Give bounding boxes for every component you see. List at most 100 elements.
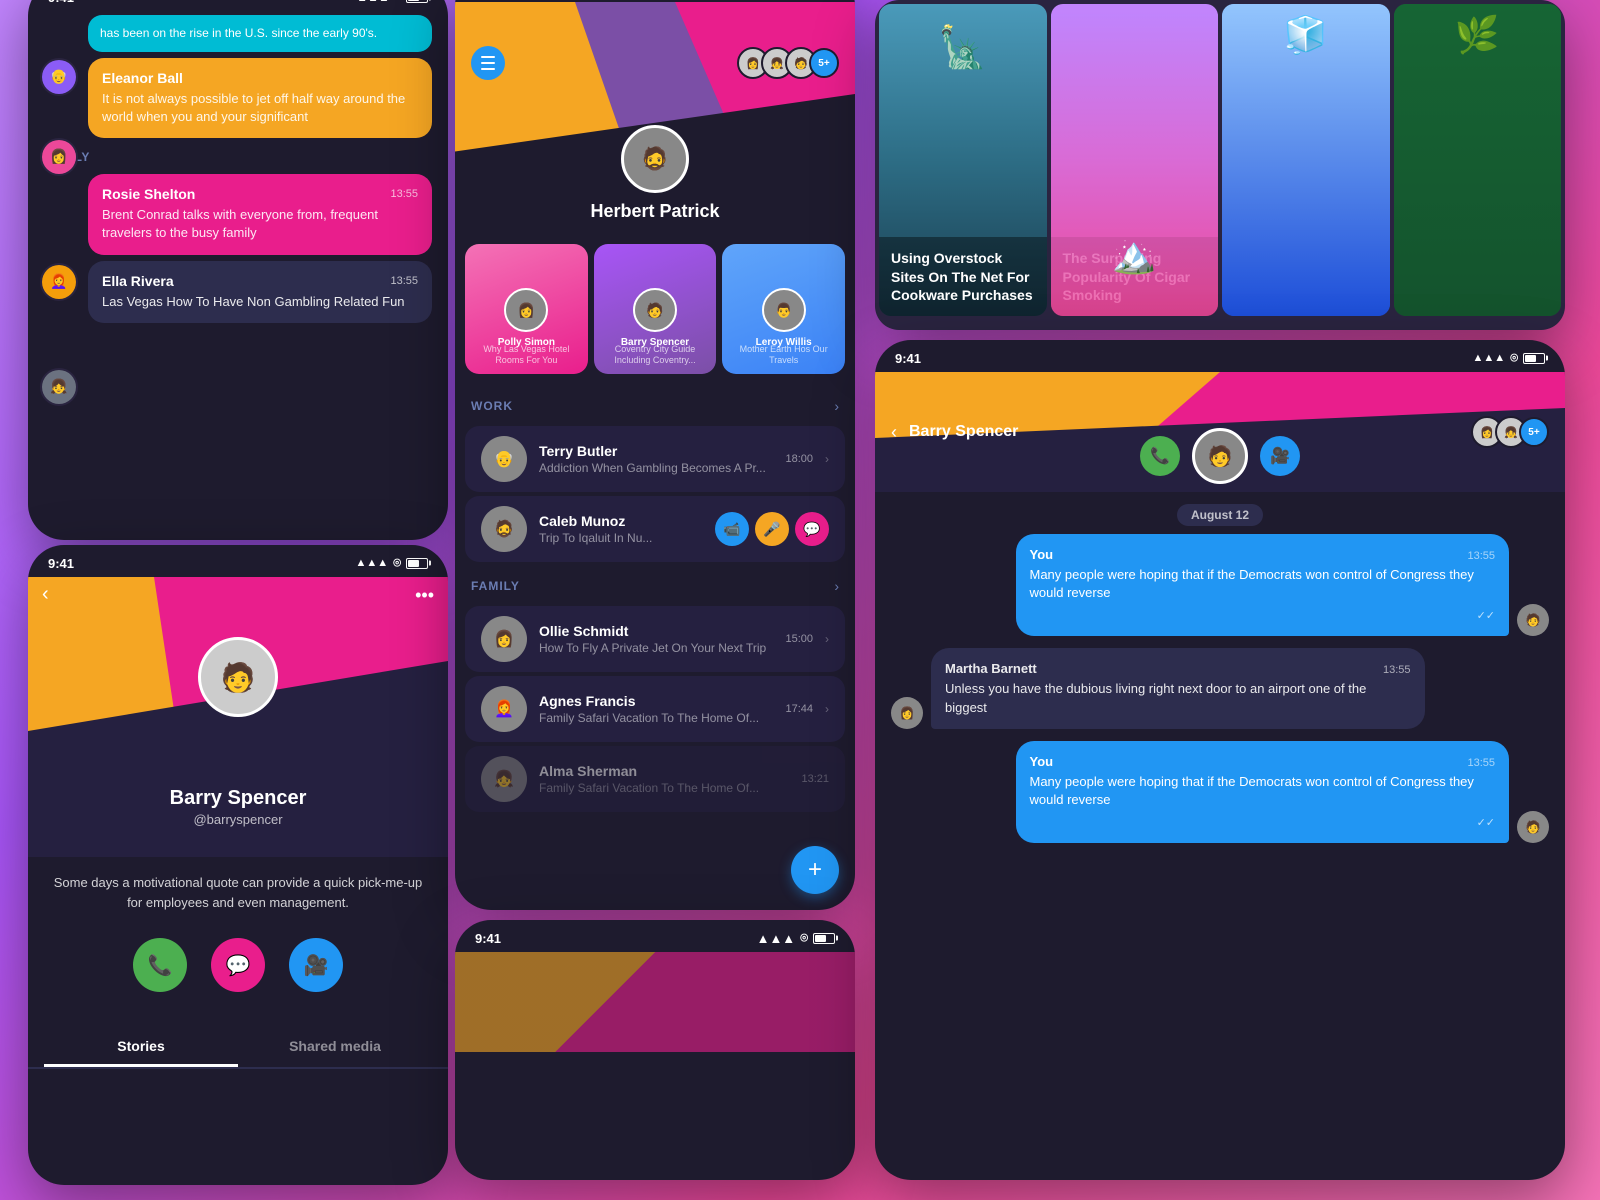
cd-avatar-area: 📞 🧑 🎥	[1140, 436, 1300, 484]
video-live-btn[interactable]: 📹	[715, 512, 749, 546]
ollie-chevron: ›	[825, 632, 829, 646]
chat-agnes[interactable]: 👩‍🦰 Agnes Francis Family Safari Vacation…	[465, 676, 845, 742]
hamburger-btn[interactable]	[471, 46, 505, 80]
story-polly[interactable]: 👩 Polly Simon Why Las Vegas Hotel Rooms …	[465, 244, 588, 374]
avatar-group: 👩 👧 🧑 5+	[745, 47, 839, 79]
time-p4: 9:41	[475, 931, 501, 946]
audio-live-btn[interactable]: 🎤	[755, 512, 789, 546]
agnes-chevron: ›	[825, 702, 829, 716]
news-card-statue[interactable]: 🗽 Using Overstock Sites On The Net For C…	[879, 4, 1047, 316]
tab-shared[interactable]: Shared media	[238, 1028, 432, 1067]
status-icons-p1: ▲▲▲ ⌾	[357, 0, 428, 4]
back-arrow-p6[interactable]: ‹	[891, 422, 897, 443]
stories-row: 👩 Polly Simon Why Las Vegas Hotel Rooms …	[455, 232, 855, 386]
chat-detail-diag: ‹ Barry Spencer 👩 👧 5+ 📞 🧑 🎥	[875, 372, 1565, 492]
alma-content: Alma Sherman Family Safari Vacation To T…	[539, 763, 789, 795]
avatar-4[interactable]: 👧	[40, 368, 78, 406]
center-profile: 🧔 Herbert Patrick	[455, 125, 855, 222]
avatar-strip: 👴 👩 👩‍🦰 👧	[40, 58, 78, 406]
news-card-water[interactable]: 🧊	[1222, 4, 1390, 316]
messages-area: You 13:55 Many people were hoping that i…	[875, 534, 1565, 843]
msg-bubble-out-2: You 13:55 Many people were hoping that i…	[1016, 741, 1510, 843]
status-icons-p4: ▲▲▲ ⌾	[757, 930, 835, 946]
agnes-av: 👩‍🦰	[481, 686, 527, 732]
rosie-name: Rosie Shelton	[102, 186, 418, 202]
ella-time: 13:55	[390, 275, 418, 287]
center-name: Herbert Patrick	[455, 201, 855, 222]
agnes-text: Family Safari Vacation To The Home Of...	[539, 711, 773, 725]
msg-out-1: You 13:55 Many people were hoping that i…	[891, 534, 1549, 636]
terry-name: Terry Butler	[539, 443, 773, 459]
msg-text-3: Many people were hoping that if the Demo…	[1030, 773, 1496, 809]
work-section-row: WORK ›	[455, 386, 855, 422]
ollie-av: 👩	[481, 616, 527, 662]
wifi-p2: ⌾	[393, 555, 401, 571]
time-p6: 9:41	[895, 351, 921, 366]
msg-time-3: 13:55	[1467, 757, 1495, 769]
story-leroy[interactable]: 👨 Leroy Willis Mother Earth Hos Our Trav…	[722, 244, 845, 374]
chat-alma[interactable]: 👧 Alma Sherman Family Safari Vacation To…	[465, 746, 845, 812]
fab-btn[interactable]: +	[791, 846, 839, 894]
msg-in-1: 👩 Martha Barnett 13:55 Unless you have t…	[891, 648, 1549, 728]
tab-stories[interactable]: Stories	[44, 1028, 238, 1067]
cd-person-av: 🧑	[1192, 428, 1248, 484]
msg-live-btn[interactable]: 💬	[795, 512, 829, 546]
wifi-icon: ⌾	[394, 0, 401, 4]
stories-tabs: Stories Shared media	[28, 1028, 448, 1069]
caleb-text: Trip To Iqaluit In Nu...	[539, 531, 703, 545]
battery-icon	[406, 0, 428, 3]
chat-caleb[interactable]: 🧔 Caleb Munoz Trip To Iqaluit In Nu... 📹…	[465, 496, 845, 562]
alma-text: Family Safari Vacation To The Home Of...	[539, 781, 789, 795]
news-sky-overlay: 🏔️ The Surprising Popularity Of Cigar Sm…	[1051, 4, 1219, 316]
msg-btn[interactable]: 💬	[211, 938, 265, 992]
ollie-time: 15:00	[785, 633, 813, 645]
msg-av-out-2: 🧑	[1517, 811, 1549, 843]
ollie-content: Ollie Schmidt How To Fly A Private Jet O…	[539, 623, 773, 655]
chat-ella[interactable]: 13:55 Ella Rivera Las Vegas How To Have …	[88, 261, 432, 323]
news-card-leaves[interactable]: 🌿	[1394, 4, 1562, 316]
avatar-2[interactable]: 👩	[40, 138, 78, 176]
profile-avatar-wrap: 🧑	[198, 637, 278, 717]
terry-time: 18:00	[785, 453, 813, 465]
avatar-1[interactable]: 👴	[40, 58, 78, 96]
news-statue-overlay: 🗽 Using Overstock Sites On The Net For C…	[879, 4, 1047, 316]
options-btn[interactable]: •••	[415, 585, 434, 606]
chat-terry[interactable]: 👴 Terry Butler Addiction When Gambling B…	[465, 426, 845, 492]
msg-ticks-3: ✓✓	[1477, 817, 1495, 829]
news-water-overlay: 🧊	[1222, 4, 1390, 316]
back-btn-p2[interactable]: ‹	[42, 583, 49, 606]
chat-eleanor[interactable]: Eleanor Ball It is not always possible t…	[88, 58, 432, 138]
date-label: August 12	[1177, 504, 1263, 526]
cd-video-btn[interactable]: 🎥	[1260, 436, 1300, 476]
av-count: 5+	[809, 48, 839, 78]
msg-text-2: Unless you have the dubious living right…	[945, 680, 1411, 716]
status-bar-p2: 9:41 ▲▲▲ ⌾	[28, 545, 448, 577]
terry-chevron: ›	[825, 452, 829, 466]
news-grid: 🗽 Using Overstock Sites On The Net For C…	[875, 0, 1565, 320]
avatar-3[interactable]: 👩‍🦰	[40, 263, 78, 301]
battery-p4	[813, 933, 835, 944]
video-btn[interactable]: 🎥	[289, 938, 343, 992]
family-label-p1: FAMILY	[28, 144, 448, 168]
terry-av: 👴	[481, 436, 527, 482]
msg-time-2: 13:55	[1383, 664, 1411, 676]
profile-name: Barry Spencer	[28, 787, 448, 810]
status-icons-p2: ▲▲▲ ⌾	[356, 555, 428, 571]
chat-list-body: 👴 👩 👩‍🦰 👧 Eleanor Ball It is not always …	[28, 58, 448, 323]
avatar-group-p6: 👩 👧 5+	[1479, 416, 1549, 448]
top-bubble-text: has been on the rise in the U.S. since t…	[100, 25, 420, 42]
phone1-chat-list: 9:41 ▲▲▲ ⌾ has been on the rise in the U…	[28, 0, 448, 540]
call-btn[interactable]: 📞	[133, 938, 187, 992]
chat-ollie[interactable]: 👩 Ollie Schmidt How To Fly A Private Jet…	[465, 606, 845, 672]
story-barry[interactable]: 🧑 Barry Spencer Coventry City Guide Incl…	[594, 244, 717, 374]
phone5-news: 🗽 Using Overstock Sites On The Net For C…	[875, 0, 1565, 330]
chat-rosie[interactable]: 13:55 Rosie Shelton Brent Conrad talks w…	[88, 174, 432, 254]
cd-call-btn[interactable]: 📞	[1140, 436, 1180, 476]
alma-av: 👧	[481, 756, 527, 802]
signal-p4: ▲▲▲	[757, 931, 796, 946]
news-card-cigar[interactable]: 🏔️ The Surprising Popularity Of Cigar Sm…	[1051, 4, 1219, 316]
terry-text: Addiction When Gambling Becomes A Pr...	[539, 461, 773, 475]
center-header-diag: 👩 👧 🧑 5+ 🧔 Herbert Patrick	[455, 2, 855, 232]
work-label-p3: WORK	[471, 399, 513, 413]
family-section-row: FAMILY ›	[455, 566, 855, 602]
